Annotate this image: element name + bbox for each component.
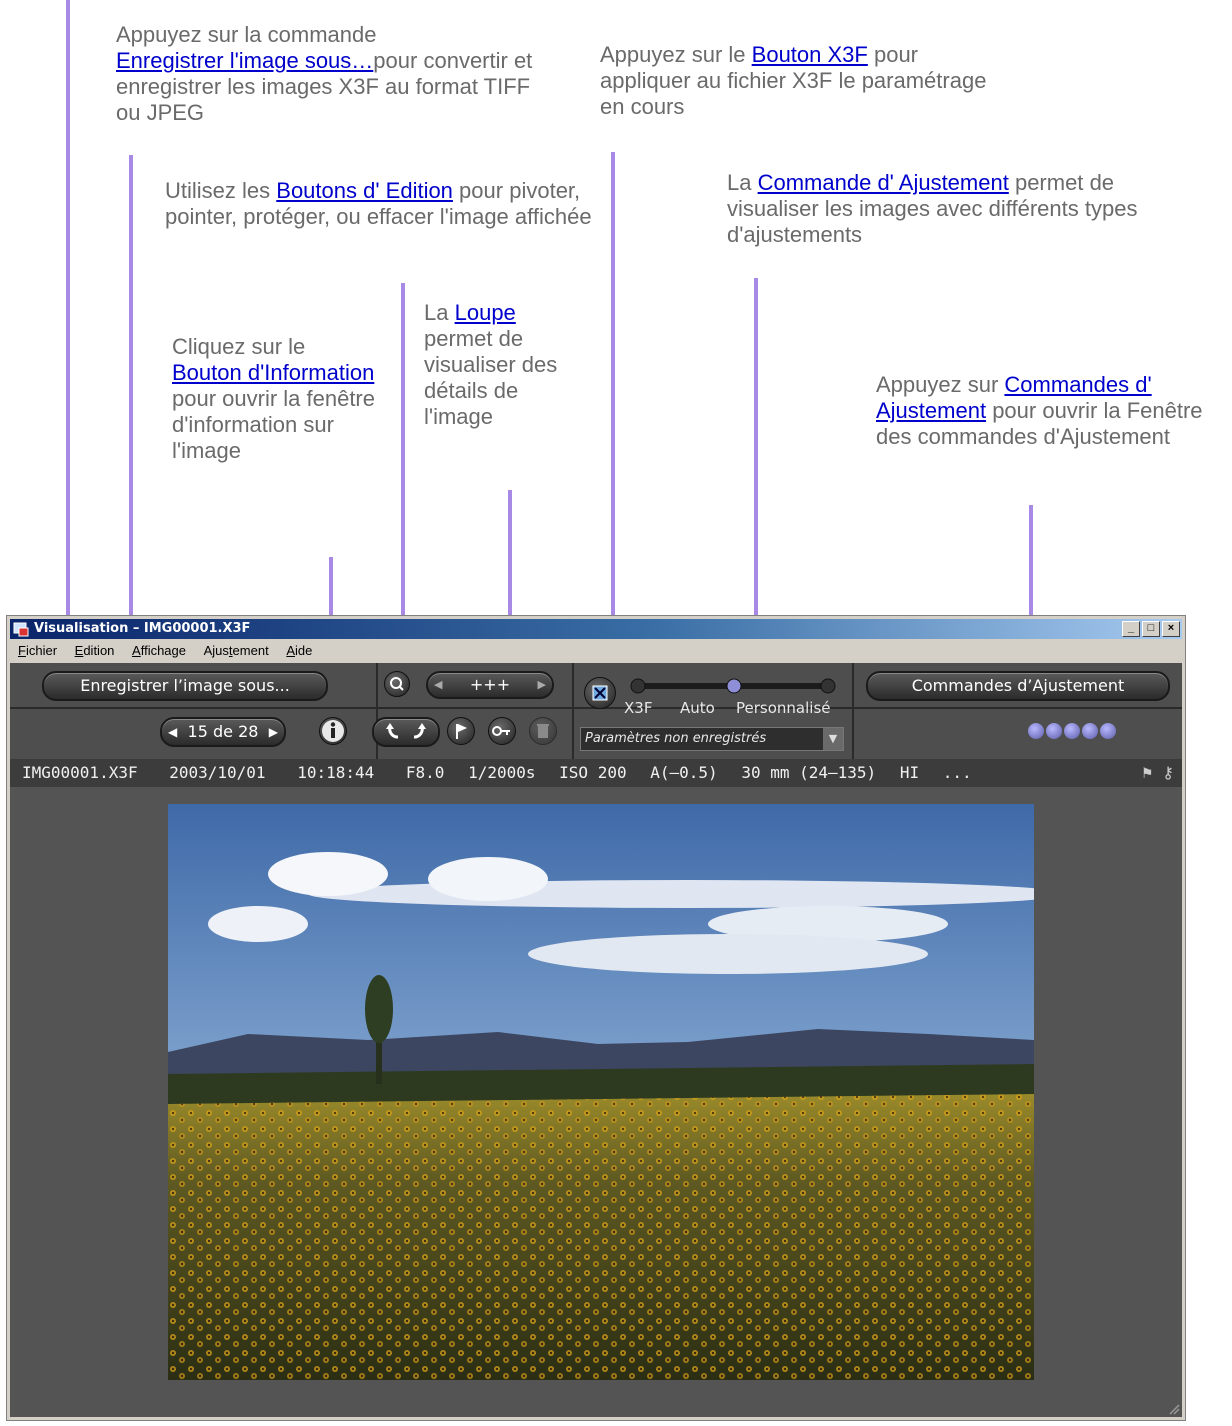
image-canvas[interactable]: [10, 787, 1182, 1417]
minimize-button[interactable]: _: [1122, 621, 1140, 637]
menu-fichier[interactable]: Fichier: [18, 643, 57, 658]
adjust-slider[interactable]: [624, 671, 844, 701]
info-aperture: F8.0: [405, 763, 445, 782]
key-icon: [492, 726, 510, 736]
image-info-bar: IMG00001.X3F 2003/10/01 10:18:44 F8.0 1/…: [10, 759, 1182, 787]
protect-button[interactable]: [488, 717, 516, 745]
magnifier-icon: [390, 677, 404, 691]
prev-image-icon[interactable]: ◀: [168, 719, 177, 745]
window-title: Visualisation – IMG00001.X3F: [34, 621, 251, 636]
flag-icon: [456, 724, 467, 739]
info-more: ...: [942, 763, 972, 782]
zoom-control[interactable]: ◀ +++ ▶: [426, 671, 554, 699]
delete-button[interactable]: [529, 717, 557, 745]
flag-icon: ⚑: [1142, 763, 1152, 782]
chevron-down-icon[interactable]: ▼: [823, 728, 843, 750]
adjust-controls-button[interactable]: Commandes d’Ajustement: [866, 671, 1170, 701]
status-light-icon: [1082, 723, 1098, 739]
menu-bar: Fichier Edition Affichage Ajustement Aid…: [10, 641, 1182, 661]
rotate-icon: [386, 723, 426, 739]
info-date: 2003/10/01: [169, 763, 266, 782]
mark-button[interactable]: [447, 717, 475, 745]
image-counter[interactable]: ◀ 15 de 28 ▶: [160, 717, 286, 747]
key-icon: ⚷: [1162, 763, 1174, 782]
info-button[interactable]: [319, 717, 347, 745]
menu-affichage[interactable]: Affichage: [132, 643, 186, 658]
zoom-in-icon[interactable]: ▶: [538, 673, 546, 697]
slider-label-custom: Personnalisé: [736, 699, 831, 717]
settings-select[interactable]: Paramètres non enregistrés ▼: [580, 727, 844, 751]
zoom-out-icon[interactable]: ◀: [434, 673, 442, 697]
menu-ajustement[interactable]: Ajustement: [204, 643, 269, 658]
title-bar[interactable]: Visualisation – IMG00001.X3F _ □ ×: [10, 619, 1182, 639]
maximize-button[interactable]: □: [1142, 621, 1160, 637]
viewer-window: Visualisation – IMG00001.X3F _ □ × Fichi…: [6, 615, 1186, 1421]
status-light-icon: [1064, 723, 1080, 739]
info-time: 10:18:44: [297, 763, 375, 782]
zoom-level: +++: [469, 675, 511, 694]
info-focal: 30 mm (24–135): [741, 763, 877, 782]
close-button[interactable]: ×: [1162, 621, 1180, 637]
x3f-icon: [592, 685, 608, 701]
app-icon: [13, 622, 29, 637]
settings-value: Paramètres non enregistrés: [585, 731, 767, 746]
trash-icon: [537, 724, 549, 738]
info-icon: [322, 720, 344, 742]
menu-aide[interactable]: Aide: [286, 643, 312, 658]
resize-grip-icon[interactable]: [1166, 1401, 1180, 1415]
save-as-button[interactable]: Enregistrer l’image sous...: [42, 671, 328, 701]
info-mode: A(–0.5): [650, 763, 718, 782]
info-iso: ISO 200: [559, 763, 627, 782]
toolbar: Enregistrer l’image sous... ◀ 15 de 28 ▶…: [10, 663, 1182, 759]
status-light-icon: [1046, 723, 1062, 739]
slider-label-x3f: X3F: [624, 699, 653, 717]
status-light-icon: [1100, 723, 1116, 739]
x3f-button[interactable]: [584, 677, 616, 709]
rotate-buttons[interactable]: [372, 717, 440, 747]
menu-edition[interactable]: Edition: [75, 643, 115, 658]
loupe-button[interactable]: [384, 671, 410, 697]
info-quality: HI: [899, 763, 920, 782]
slider-thumb: [726, 678, 742, 694]
status-light-icon: [1028, 723, 1044, 739]
info-filename: IMG00001.X3F: [22, 763, 138, 782]
next-image-icon[interactable]: ▶: [269, 719, 278, 745]
counter-label: 15 de 28: [187, 722, 259, 741]
preview-image: [168, 804, 1034, 1380]
status-lights: [1028, 723, 1116, 739]
slider-label-auto: Auto: [680, 699, 715, 717]
info-shutter: 1/2000s: [468, 763, 536, 782]
